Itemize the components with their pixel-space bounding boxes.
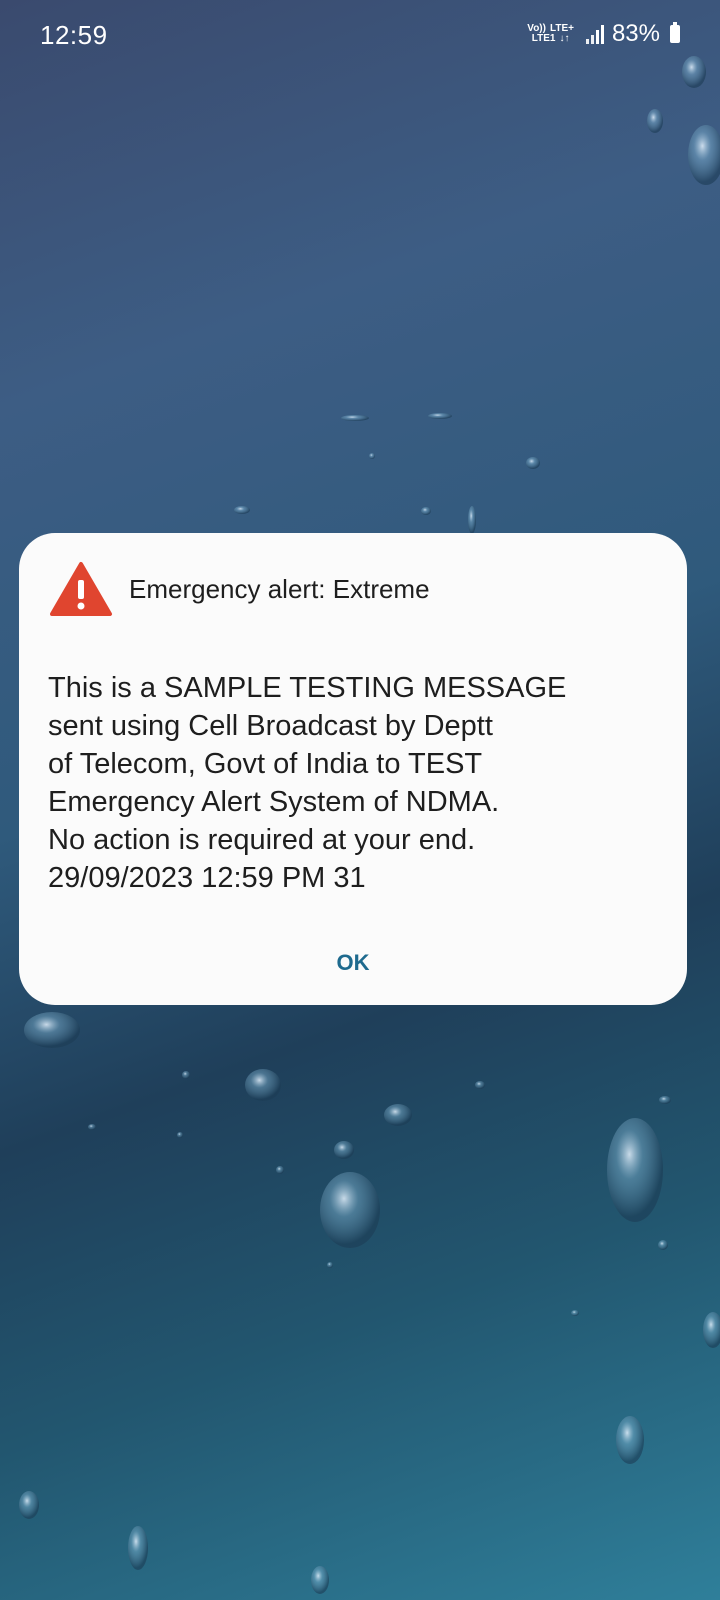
signal-bars-icon xyxy=(585,24,604,44)
alert-message: This is a SAMPLE TESTING MESSAGE sent us… xyxy=(48,672,567,894)
battery-percent: 83% xyxy=(611,20,660,47)
warning-triangle-icon xyxy=(50,562,112,616)
battery-icon xyxy=(670,22,680,43)
dialog-header: Emergency alert: Extreme xyxy=(49,561,430,617)
emergency-alert-dialog: Emergency alert: Extreme This is a SAMPL… xyxy=(19,533,687,1005)
lte-label: LTE1 xyxy=(531,33,556,44)
status-indicators: Vo)) LTE+ LTE1 ↓↑ 83% xyxy=(527,20,680,48)
data-arrows-icon: ↓↑ xyxy=(559,33,570,44)
status-time: 12:59 xyxy=(40,20,108,50)
ok-button[interactable]: OK xyxy=(293,933,413,993)
alert-title: Emergency alert: Extreme xyxy=(129,573,430,604)
status-bar: 12:59 Vo)) LTE+ LTE1 ↓↑ 83% xyxy=(0,0,720,72)
network-indicator: Vo)) LTE+ LTE1 ↓↑ xyxy=(527,24,574,44)
